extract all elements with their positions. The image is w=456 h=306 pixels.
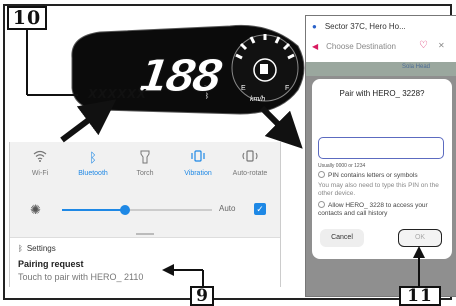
callout-11: 11 <box>399 286 441 306</box>
arrow-to-dashboard <box>60 99 117 143</box>
callout-10: 10 <box>7 6 47 30</box>
callout-arrows <box>26 30 425 286</box>
callout-9: 9 <box>190 286 214 306</box>
arrow-to-phone <box>259 105 303 149</box>
